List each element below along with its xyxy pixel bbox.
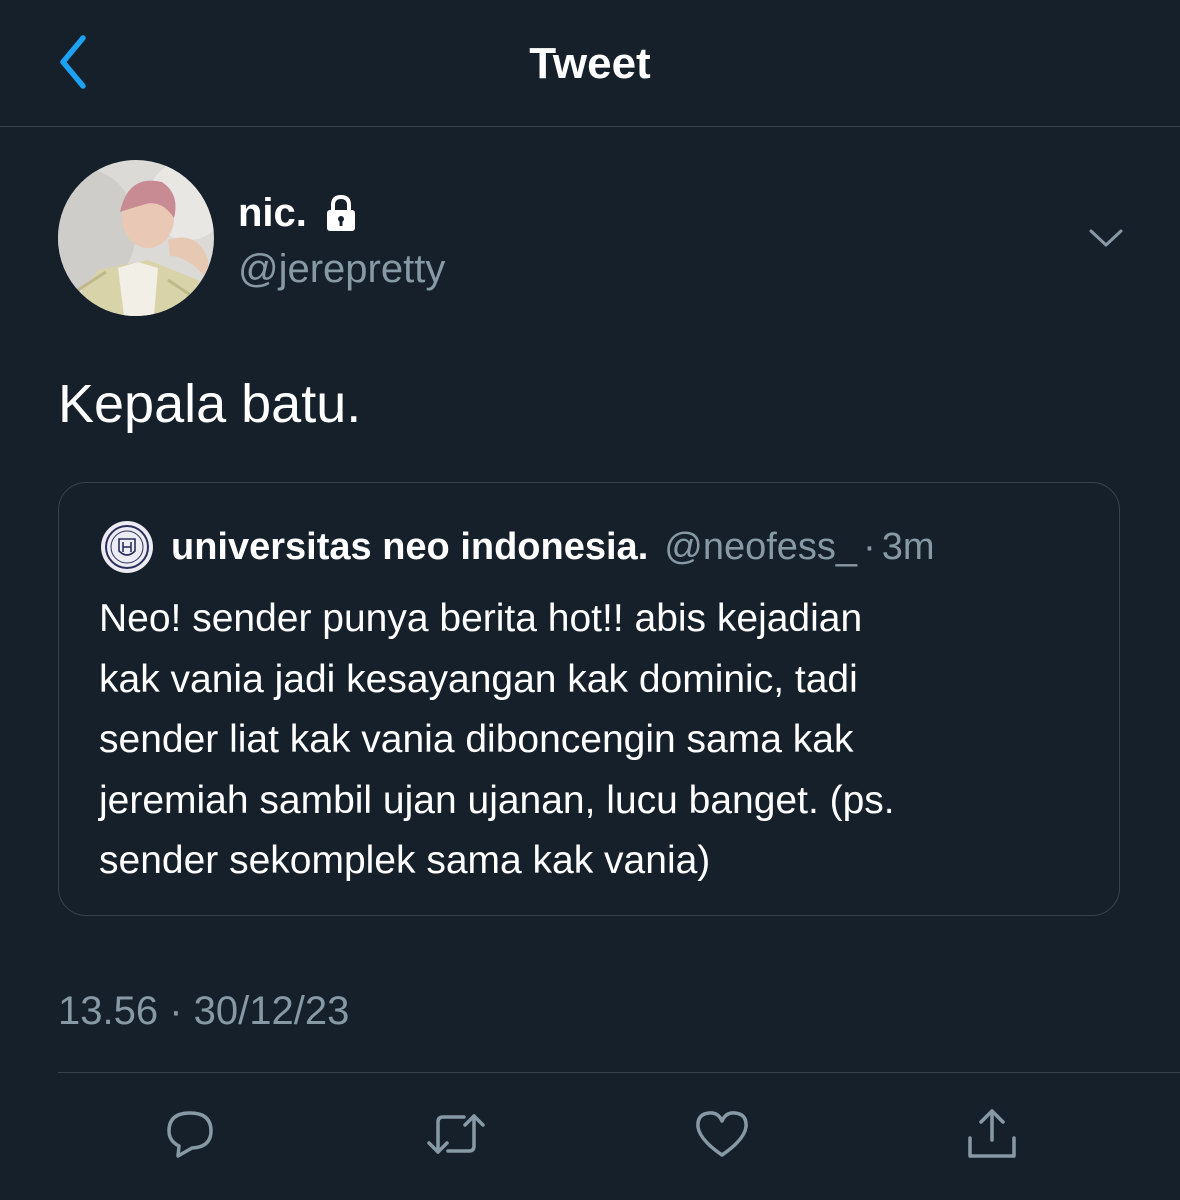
author-name-row: nic. xyxy=(238,188,361,238)
quoted-tweet-header: universitas neo indonesia. @neofess_ · 3… xyxy=(101,521,935,573)
tweet-text: Kepala batu. xyxy=(58,374,362,434)
university-seal-icon xyxy=(102,522,152,572)
page-title: Tweet xyxy=(529,39,651,88)
lock-icon xyxy=(326,194,355,231)
retweet-button[interactable] xyxy=(424,1104,488,1164)
avatar[interactable] xyxy=(58,160,214,316)
avatar-photo xyxy=(58,160,214,316)
divider xyxy=(58,1072,1180,1073)
share-button[interactable] xyxy=(960,1104,1024,1164)
quoted-handle: @neofess_ xyxy=(664,526,858,568)
share-icon xyxy=(968,1109,1016,1158)
quoted-tweet-card[interactable]: universitas neo indonesia. @neofess_ · 3… xyxy=(58,482,1120,916)
quoted-separator: · xyxy=(863,526,876,568)
reply-button[interactable] xyxy=(158,1104,222,1164)
quoted-text-line: jeremiah sambil ujan ujanan, lucu banget… xyxy=(99,778,895,822)
display-name[interactable]: nic. xyxy=(238,188,307,238)
tweet-timestamp[interactable]: 13.56 · 30/12/23 xyxy=(58,986,349,1036)
author-handle[interactable]: @jerepretty xyxy=(238,244,445,294)
quoted-display-name: universitas neo indonesia. xyxy=(171,526,649,568)
chevron-down-icon xyxy=(1089,229,1123,247)
quoted-time: 3m xyxy=(881,526,935,568)
quoted-avatar xyxy=(101,521,153,573)
like-button[interactable] xyxy=(690,1104,754,1164)
heart-icon xyxy=(696,1111,748,1157)
quoted-text-line: Neo! sender punya berita hot!! abis keja… xyxy=(99,597,863,640)
quoted-tweet-text: Neo! sender punya berita hot!! abis keja… xyxy=(99,589,1079,892)
quoted-text-line: kak vania jadi kesayangan kak dominic, t… xyxy=(99,657,858,701)
quoted-text-line: sender liat kak vania diboncengin sama k… xyxy=(99,718,854,761)
reply-icon xyxy=(167,1111,213,1158)
header-bar: Tweet xyxy=(0,0,1180,127)
retweet-icon xyxy=(427,1114,485,1154)
more-options-button[interactable] xyxy=(1080,216,1132,260)
quoted-text-line: sender sekomplek sama kak vania) xyxy=(99,839,711,882)
